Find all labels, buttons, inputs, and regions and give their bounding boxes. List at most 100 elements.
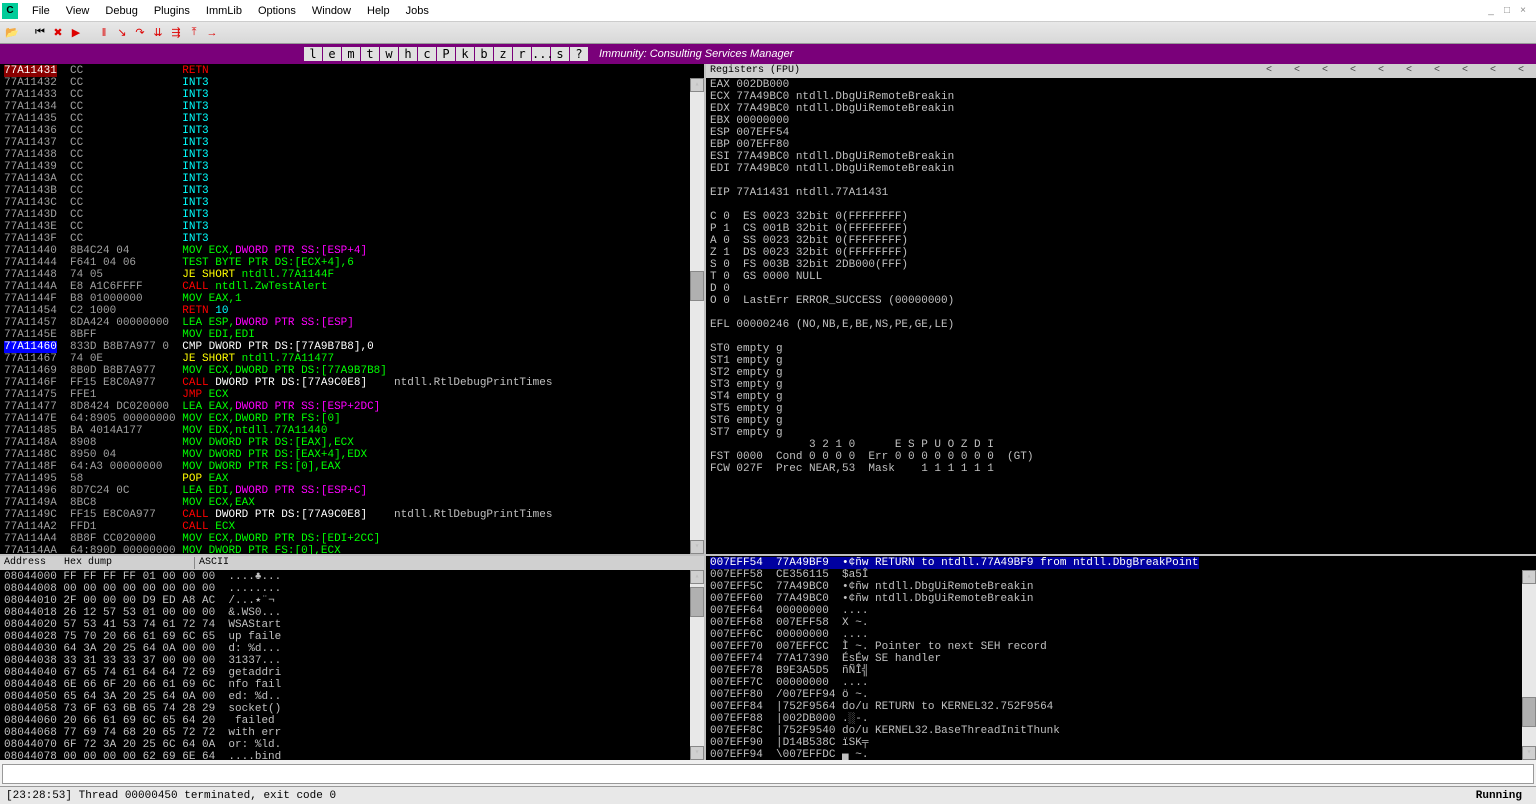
stack-row[interactable]: 007EFF68 007EFF58 X ~. [710,617,1532,629]
disasm-row[interactable]: 77A1148F 64:A3 00000000 MOV DWORD PTR FS… [4,461,700,473]
menu-debug[interactable]: Debug [97,2,145,20]
register-row[interactable]: EDI 77A49BC0 ntdll.DbgUiRemoteBreakin [710,163,1532,175]
register-row[interactable]: ST3 empty g [710,379,1532,391]
memory-dump-pane[interactable]: Address Hex dump ASCII 08044000 FF FF FF… [0,556,706,760]
toolkit-btn-c[interactable]: c [418,47,436,61]
stack-row[interactable]: 007EFF7C 00000000 .... [710,677,1532,689]
toolkit-btn-?[interactable]: ? [570,47,588,61]
register-row[interactable] [710,199,1532,211]
scroll-down-button[interactable]: ▾ [1522,746,1536,760]
toolkit-btn-b[interactable]: b [475,47,493,61]
dump-row[interactable]: 08044000 FF FF FF FF 01 00 00 00 ....♣..… [4,571,700,583]
stack-row[interactable]: 007EFF78 B9E3A5D5 ñÑÎ╣ [710,665,1532,677]
stack-row[interactable]: 007EFF6C 00000000 .... [710,629,1532,641]
disasm-row[interactable]: 77A1145E 8BFF MOV EDI,EDI [4,329,700,341]
register-row[interactable]: ST0 empty g [710,343,1532,355]
disasm-row[interactable]: 77A11439 CC INT3 [4,161,700,173]
register-row[interactable]: FCW 027F Prec NEAR,53 Mask 1 1 1 1 1 1 [710,463,1532,475]
disasm-row[interactable]: 77A11435 CC INT3 [4,113,700,125]
stack-row[interactable]: 007EFF8C |752F9540 do/u KERNEL32.BaseThr… [710,725,1532,737]
disasm-row[interactable]: 77A1143B CC INT3 [4,185,700,197]
disasm-row[interactable]: 77A11475 FFE1 JMP ECX [4,389,700,401]
scroll-up-button[interactable]: ▴ [1522,570,1536,584]
disasm-row[interactable]: 77A114A2 FFD1 CALL ECX [4,521,700,533]
register-row[interactable]: 3 2 1 0 E S P U O Z D I [710,439,1532,451]
scroll-thumb[interactable] [690,587,704,617]
disasm-row[interactable]: 77A114A4 8B8F CC020000 MOV ECX,DWORD PTR… [4,533,700,545]
stack-row[interactable]: 007EFF88 |002DB000 .░-. [710,713,1532,725]
disasm-row[interactable]: 77A11467 74 0E JE SHORT ntdll.77A11477 [4,353,700,365]
disasm-row[interactable]: 77A11440 8B4C24 04 MOV ECX,DWORD PTR SS:… [4,245,700,257]
menu-help[interactable]: Help [359,2,398,20]
menu-options[interactable]: Options [250,2,304,20]
toolkit-btn-m[interactable]: m [342,47,360,61]
disasm-row[interactable]: 77A1144A E8 A1C6FFFF CALL ntdll.ZwTestAl… [4,281,700,293]
disasm-row[interactable]: 77A114AA 64:890D 00000000 MOV DWORD PTR … [4,545,700,554]
stack-row[interactable]: 007EFF54 77A49BF9 •¢ñw RETURN to ntdll.7… [710,557,1532,569]
register-row[interactable]: ST7 empty g [710,427,1532,439]
disasm-row[interactable]: 77A11460 833D B8B7A977 0 CMP DWORD PTR D… [4,341,700,353]
disasm-row[interactable]: 77A11469 8B0D B8B7A977 MOV ECX,DWORD PTR… [4,365,700,377]
stack-row[interactable]: 007EFF5C 77A49BC0 •¢ñw ntdll.DbgUiRemote… [710,581,1532,593]
disasm-row[interactable]: 77A11432 CC INT3 [4,77,700,89]
register-row[interactable]: ESI 77A49BC0 ntdll.DbgUiRemoteBreakin [710,151,1532,163]
toolkit-btn-s[interactable]: s [551,47,569,61]
pause-icon[interactable]: ‖ [96,25,112,41]
disasm-row[interactable]: 77A1148A 8908 MOV DWORD PTR DS:[EAX],ECX [4,437,700,449]
trace-into-icon[interactable]: ⇊ [150,25,166,41]
goto-icon[interactable]: → [204,25,220,41]
cpu-disassembly-pane[interactable]: 77A11431 CC RETN77A11432 CC INT377A11433… [0,64,706,554]
dump-row[interactable]: 08044030 64 3A 20 25 64 0A 00 00 d: %d..… [4,643,700,655]
disasm-row[interactable]: 77A1148C 8950 04 MOV DWORD PTR DS:[EAX+4… [4,449,700,461]
disasm-row[interactable]: 77A11485 BA 4014A177 MOV EDX,ntdll.77A11… [4,425,700,437]
scroll-down-button[interactable]: ▾ [690,540,704,554]
dump-row[interactable]: 08044040 67 65 74 61 64 64 72 69 getaddr… [4,667,700,679]
register-row[interactable]: ST6 empty g [710,415,1532,427]
disasm-row[interactable]: 77A1143E CC INT3 [4,221,700,233]
stack-pane[interactable]: 007EFF54 77A49BF9 •¢ñw RETURN to ntdll.7… [706,556,1536,760]
register-row[interactable] [710,175,1532,187]
menu-plugins[interactable]: Plugins [146,2,198,20]
register-row[interactable]: EIP 77A11431 ntdll.77A11431 [710,187,1532,199]
step-over-icon[interactable]: ↷ [132,25,148,41]
stack-row[interactable]: 007EFF84 |752F9564 do/u RETURN to KERNEL… [710,701,1532,713]
register-row[interactable]: EBX 00000000 [710,115,1532,127]
disasm-row[interactable]: 77A1146F FF15 E8C0A977 CALL DWORD PTR DS… [4,377,700,389]
registers-pane[interactable]: Registers (FPU) < < < < < < < < < < EAX … [706,64,1536,554]
disasm-row[interactable]: 77A11457 8DA424 00000000 LEA ESP,DWORD P… [4,317,700,329]
menu-jobs[interactable]: Jobs [398,2,437,20]
disasm-row[interactable]: 77A11477 8D8424 DC020000 LEA EAX,DWORD P… [4,401,700,413]
rewind-icon[interactable]: ⏮ [32,25,48,41]
disasm-row[interactable]: 77A1143C CC INT3 [4,197,700,209]
dump-row[interactable]: 08044070 6F 72 3A 20 25 6C 64 0A or: %ld… [4,739,700,751]
disasm-row[interactable]: 77A11495 58 POP EAX [4,473,700,485]
disasm-row[interactable]: 77A1143F CC INT3 [4,233,700,245]
register-row[interactable]: ST2 empty g [710,367,1532,379]
register-row[interactable]: EBP 007EFF80 [710,139,1532,151]
scroll-down-button[interactable]: ▾ [690,746,704,760]
dump-row[interactable]: 08044020 57 53 41 53 74 61 72 74 WSAStar… [4,619,700,631]
dump-row[interactable]: 08044028 75 70 20 66 61 69 6C 65 up fail… [4,631,700,643]
menu-window[interactable]: Window [304,2,359,20]
scrollbar[interactable]: ▴ ▾ [1522,570,1536,760]
stack-row[interactable]: 007EFF90 |D14B538C ïSK╤ [710,737,1532,749]
toolkit-btn-k[interactable]: k [456,47,474,61]
register-row[interactable]: Z 1 DS 0023 32bit 0(FFFFFFFF) [710,247,1532,259]
execute-till-return-icon[interactable]: ⤒ [186,25,202,41]
register-row[interactable]: ST5 empty g [710,403,1532,415]
disasm-row[interactable]: 77A1149C FF15 E8C0A977 CALL DWORD PTR DS… [4,509,700,521]
stack-row[interactable]: 007EFF80 /007EFF94 ö ~. [710,689,1532,701]
register-row[interactable]: FST 0000 Cond 0 0 0 0 Err 0 0 0 0 0 0 0 … [710,451,1532,463]
toolkit-btn-P[interactable]: P [437,47,455,61]
scroll-up-button[interactable]: ▴ [690,78,704,92]
dump-row[interactable]: 08044068 77 69 74 68 20 65 72 72 with er… [4,727,700,739]
register-row[interactable]: ST1 empty g [710,355,1532,367]
scroll-up-button[interactable]: ▴ [690,570,704,584]
disasm-row[interactable]: 77A11436 CC INT3 [4,125,700,137]
dump-row[interactable]: 08044058 73 6F 63 6B 65 74 28 29 socket(… [4,703,700,715]
toolkit-btn-...[interactable]: ... [532,47,550,61]
stack-row[interactable]: 007EFF58 CE356115 $a5Î [710,569,1532,581]
dump-row[interactable]: 08044010 2F 00 00 00 D9 ED A8 AC /...٭¨¬ [4,595,700,607]
register-row[interactable] [710,331,1532,343]
dump-row[interactable]: 08044050 65 64 3A 20 25 64 0A 00 ed: %d.… [4,691,700,703]
